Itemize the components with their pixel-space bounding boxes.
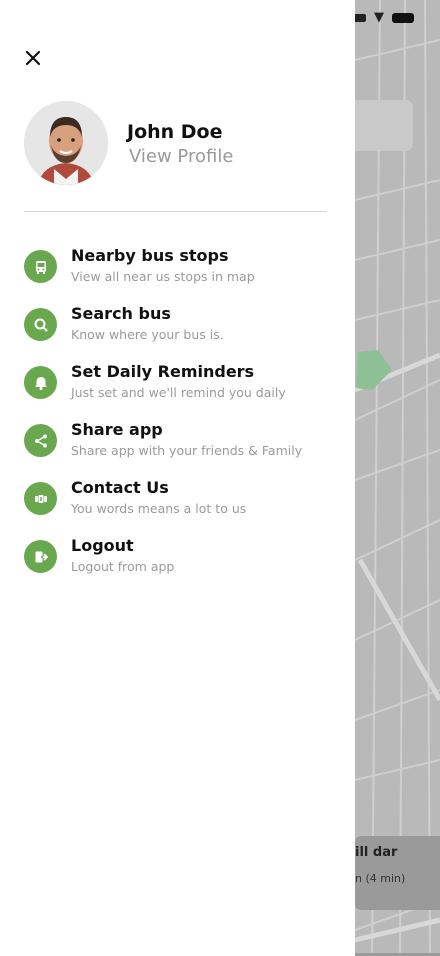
- menu-item-title: Contact Us: [71, 478, 169, 497]
- menu-item-search-bus[interactable]: Search bus Know where your bus is.: [24, 304, 334, 348]
- menu-item-subtitle: You words means a lot to us: [71, 501, 247, 516]
- battery-icon: [392, 12, 414, 23]
- user-name: John Doe: [127, 121, 223, 143]
- contact-icon: [24, 482, 57, 515]
- bus-icon: [24, 250, 57, 283]
- menu-item-title: Nearby bus stops: [71, 246, 229, 265]
- menu-item-subtitle: Share app with your friends & Family: [71, 443, 303, 458]
- menu-item-title: Set Daily Reminders: [71, 362, 255, 381]
- close-button[interactable]: [22, 47, 44, 69]
- logout-icon: [24, 540, 57, 573]
- menu-item-share-app[interactable]: Share app Share app with your friends & …: [24, 420, 334, 464]
- menu-item-title: Logout: [71, 536, 134, 555]
- menu-item-subtitle: Know where your bus is.: [71, 327, 224, 342]
- navigation-drawer: John Doe View Profile Nearby bus stops V…: [0, 0, 355, 956]
- menu-item-subtitle: View all near us stops in map: [71, 269, 255, 284]
- bus-info-title: ill dar: [355, 845, 398, 860]
- menu-item-subtitle: Logout from app: [71, 559, 175, 574]
- bus-info-card[interactable]: ill dar n (4 min): [355, 836, 440, 910]
- menu-item-contact-us[interactable]: Contact Us You words means a lot to us: [24, 478, 334, 522]
- divider: [24, 211, 327, 212]
- avatar[interactable]: [24, 101, 108, 185]
- view-profile-link[interactable]: View Profile: [129, 146, 233, 167]
- status-bar: ▼: [352, 10, 414, 25]
- close-icon: [25, 50, 41, 66]
- menu-item-title: Share app: [71, 420, 163, 439]
- menu-item-title: Search bus: [71, 304, 171, 323]
- bell-icon: [24, 366, 57, 399]
- menu-item-set-daily-reminders[interactable]: Set Daily Reminders Just set and we'll r…: [24, 362, 334, 406]
- bus-info-eta: n (4 min): [355, 872, 406, 885]
- map-search-bar[interactable]: [355, 100, 413, 151]
- wifi-icon: ▼: [374, 10, 384, 25]
- menu-item-nearby-bus-stops[interactable]: Nearby bus stops View all near us stops …: [24, 246, 334, 290]
- search-icon: [24, 308, 57, 341]
- share-icon: [24, 424, 57, 457]
- menu-item-logout[interactable]: Logout Logout from app: [24, 536, 334, 580]
- avatar-photo: [24, 101, 108, 185]
- menu-item-subtitle: Just set and we'll remind you daily: [71, 385, 286, 400]
